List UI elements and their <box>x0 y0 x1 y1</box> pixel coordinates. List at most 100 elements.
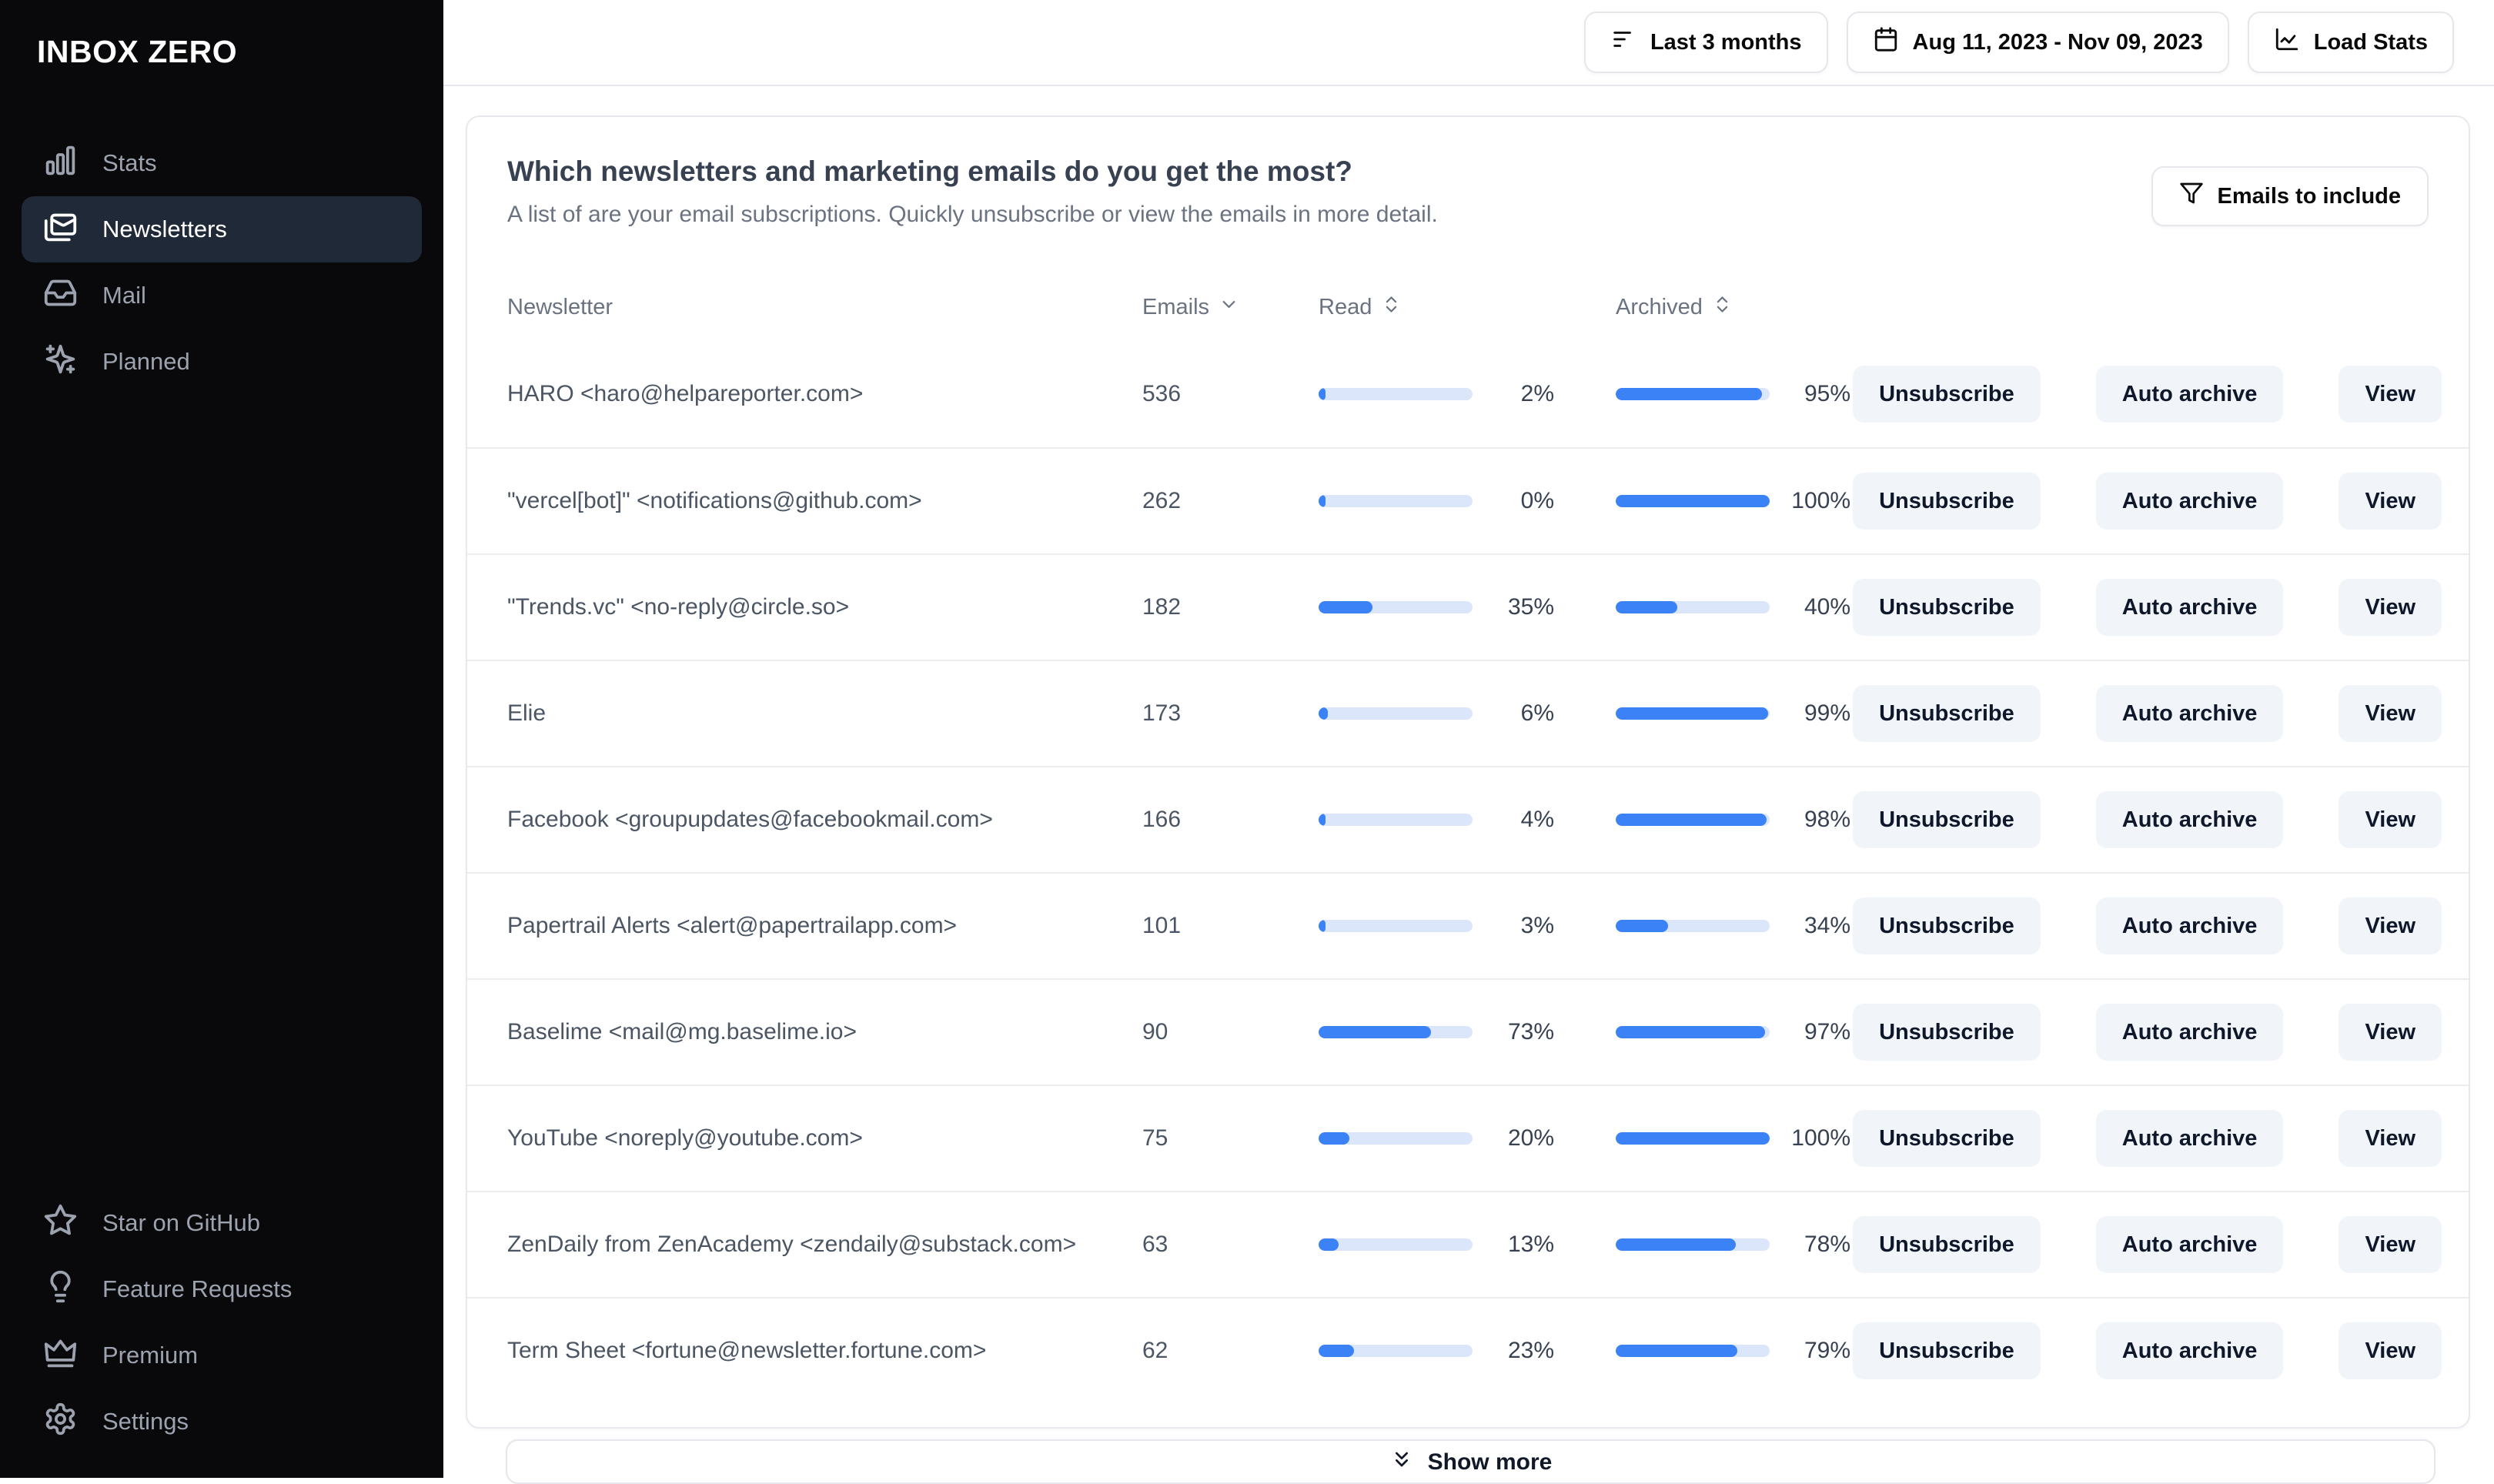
read-progress-fill <box>1319 920 1326 932</box>
view-button[interactable]: View <box>2339 473 2442 530</box>
sidebar-item-newsletters[interactable]: Newsletters <box>22 196 422 262</box>
archived-cell: 97% <box>1616 1019 1850 1045</box>
funnel-icon <box>2179 181 2204 212</box>
auto-archive-button[interactable]: Auto archive <box>2095 579 2284 636</box>
read-cell: 35% <box>1319 594 1554 620</box>
archived-cell: 100% <box>1616 488 1850 514</box>
show-more-button[interactable]: Show more <box>506 1439 2435 1484</box>
read-percent: 2% <box>1520 381 1554 406</box>
auto-archive-button[interactable]: Auto archive <box>2095 1216 2284 1273</box>
calendar-icon <box>1873 26 1899 58</box>
archived-cell: 79% <box>1616 1338 1850 1364</box>
emails-count: 173 <box>1142 700 1182 726</box>
crown-icon <box>43 1335 78 1376</box>
unsubscribe-button[interactable]: Unsubscribe <box>1853 473 2041 530</box>
column-header-read[interactable]: Read <box>1319 294 1402 321</box>
emails-count: 262 <box>1142 488 1182 513</box>
table-row: "Trends.vc" <no-reply@circle.so> 182 35%… <box>467 553 2469 660</box>
unsubscribe-button[interactable]: Unsubscribe <box>1853 579 2041 636</box>
read-progress-bar <box>1319 601 1473 613</box>
read-progress-fill <box>1319 601 1372 613</box>
sidebar-item-mail[interactable]: Mail <box>22 262 422 329</box>
newsletters-card: Which newsletters and marketing emails d… <box>466 115 2470 1429</box>
read-progress-fill <box>1319 1026 1431 1038</box>
period-select-button[interactable]: Last 3 months <box>1583 12 1828 73</box>
unsubscribe-button[interactable]: Unsubscribe <box>1853 1004 2041 1061</box>
table-row: Papertrail Alerts <alert@papertrailapp.c… <box>467 872 2469 978</box>
unsubscribe-button[interactable]: Unsubscribe <box>1853 1216 2041 1273</box>
emails-count: 90 <box>1142 1019 1168 1044</box>
archived-progress-fill <box>1616 388 1762 400</box>
date-range-button[interactable]: Aug 11, 2023 - Nov 09, 2023 <box>1846 12 2229 73</box>
view-button[interactable]: View <box>2339 366 2442 423</box>
auto-archive-button[interactable]: Auto archive <box>2095 685 2284 742</box>
view-button[interactable]: View <box>2339 791 2442 848</box>
auto-archive-button[interactable]: Auto archive <box>2095 897 2284 954</box>
emails-to-include-button[interactable]: Emails to include <box>2151 166 2429 226</box>
auto-archive-button[interactable]: Auto archive <box>2095 791 2284 848</box>
sidebar-item-premium[interactable]: Premium <box>22 1322 422 1389</box>
newsletter-name: HARO <haro@helpareporter.com> <box>507 381 864 406</box>
read-percent: 13% <box>1507 1232 1554 1257</box>
archived-percent: 40% <box>1804 594 1850 620</box>
auto-archive-button[interactable]: Auto archive <box>2095 1322 2284 1379</box>
show-more-label: Show more <box>1427 1449 1553 1475</box>
archived-percent: 98% <box>1804 807 1850 832</box>
archived-cell: 40% <box>1616 594 1850 620</box>
sidebar-item-planned[interactable]: Planned <box>22 329 422 395</box>
read-progress-fill <box>1319 814 1326 826</box>
sidebar-item-stats[interactable]: Stats <box>22 130 422 196</box>
sidebar-item-star-on-github[interactable]: Star on GitHub <box>22 1190 422 1256</box>
archived-progress-bar <box>1616 707 1770 720</box>
card-subtitle: A list of are your email subscriptions. … <box>507 202 1438 227</box>
read-progress-fill <box>1319 1132 1349 1145</box>
unsubscribe-button[interactable]: Unsubscribe <box>1853 1322 2041 1379</box>
view-button[interactable]: View <box>2339 1110 2442 1167</box>
read-percent: 0% <box>1520 488 1554 513</box>
sparkles-icon <box>43 342 78 383</box>
auto-archive-button[interactable]: Auto archive <box>2095 473 2284 530</box>
sidebar-item-label: Newsletters <box>102 216 227 242</box>
newsletter-name: Papertrail Alerts <alert@papertrailapp.c… <box>507 913 958 938</box>
auto-archive-button[interactable]: Auto archive <box>2095 1004 2284 1061</box>
view-button[interactable]: View <box>2339 1322 2442 1379</box>
archived-percent: 97% <box>1804 1019 1850 1044</box>
bar-chart-icon <box>43 143 78 184</box>
table-row: HARO <haro@helpareporter.com> 536 2% 95%… <box>467 341 2469 447</box>
read-cell: 3% <box>1319 913 1554 939</box>
chevrons-up-down-icon <box>1712 294 1733 321</box>
archived-percent: 34% <box>1804 913 1850 938</box>
view-button[interactable]: View <box>2339 685 2442 742</box>
date-range-label: Aug 11, 2023 - Nov 09, 2023 <box>1912 29 2203 55</box>
read-progress-fill <box>1319 1238 1339 1251</box>
view-button[interactable]: View <box>2339 1004 2442 1061</box>
view-button[interactable]: View <box>2339 579 2442 636</box>
archived-percent: 100% <box>1791 488 1850 513</box>
column-header-emails[interactable]: Emails <box>1142 294 1239 321</box>
read-progress-fill <box>1319 1345 1354 1357</box>
table-row: YouTube <noreply@youtube.com> 75 20% 100… <box>467 1085 2469 1191</box>
column-header-archived[interactable]: Archived <box>1616 294 1733 321</box>
load-stats-button[interactable]: Load Stats <box>2247 12 2454 73</box>
unsubscribe-button[interactable]: Unsubscribe <box>1853 897 2041 954</box>
read-progress-bar <box>1319 707 1473 720</box>
archived-progress-bar <box>1616 814 1770 826</box>
view-button[interactable]: View <box>2339 897 2442 954</box>
unsubscribe-button[interactable]: Unsubscribe <box>1853 1110 2041 1167</box>
unsubscribe-button[interactable]: Unsubscribe <box>1853 791 2041 848</box>
view-button[interactable]: View <box>2339 1216 2442 1273</box>
archived-cell: 34% <box>1616 913 1850 939</box>
archived-progress-bar <box>1616 920 1770 932</box>
read-percent: 6% <box>1520 700 1554 726</box>
topbar: Last 3 months Aug 11, 2023 - Nov 09, 202… <box>443 0 2494 86</box>
sidebar-item-settings[interactable]: Settings <box>22 1389 422 1455</box>
read-cell: 0% <box>1319 488 1554 514</box>
auto-archive-button[interactable]: Auto archive <box>2095 366 2284 423</box>
auto-archive-button[interactable]: Auto archive <box>2095 1110 2284 1167</box>
unsubscribe-button[interactable]: Unsubscribe <box>1853 366 2041 423</box>
sidebar-item-feature-requests[interactable]: Feature Requests <box>22 1256 422 1322</box>
unsubscribe-button[interactable]: Unsubscribe <box>1853 685 2041 742</box>
archived-cell: 100% <box>1616 1125 1850 1151</box>
table-row: ZenDaily from ZenAcademy <zendaily@subst… <box>467 1191 2469 1297</box>
read-percent: 35% <box>1507 594 1554 620</box>
